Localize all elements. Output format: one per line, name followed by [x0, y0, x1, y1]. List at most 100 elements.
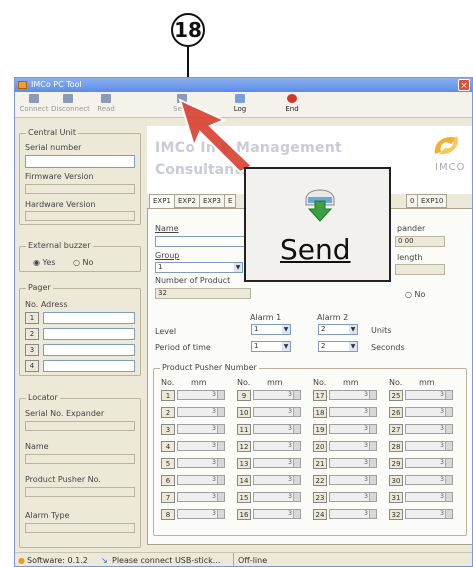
- level-alarm2-select[interactable]: 2 ▼: [318, 324, 358, 335]
- pusher-mm-stepper[interactable]: 3: [177, 424, 225, 434]
- serial-number-field[interactable]: [25, 155, 135, 168]
- locator-name-field: [25, 454, 135, 464]
- locator-title: Locator: [26, 393, 60, 402]
- tab-exp3[interactable]: EXP3: [199, 194, 225, 208]
- pusher-number: 20: [313, 441, 327, 452]
- pusher-mm-stepper[interactable]: 3: [253, 475, 301, 485]
- chevron-down-icon: ▼: [282, 325, 290, 334]
- pusher-mm-stepper[interactable]: 3: [329, 458, 377, 468]
- software-version: Software: 0.1.2: [27, 556, 88, 565]
- pusher-number: 10: [237, 407, 251, 418]
- pusher-number: 18: [313, 407, 327, 418]
- pusher-number: 32: [389, 509, 403, 520]
- pusher-mm-stepper[interactable]: 3: [177, 441, 225, 451]
- pusher-mm-stepper[interactable]: 3: [405, 390, 453, 400]
- chevron-down-icon: ▼: [282, 342, 290, 351]
- logo-text: IMCO: [435, 162, 466, 173]
- pusher-mm-stepper[interactable]: 3: [253, 509, 301, 519]
- buzzer-yes-radio[interactable]: ◉ Yes: [33, 258, 55, 267]
- connect-button[interactable]: Connect: [17, 94, 51, 116]
- firmware-field: [25, 184, 135, 194]
- pusher-mm-stepper[interactable]: 3: [405, 441, 453, 451]
- tab-exp10[interactable]: EXP10: [417, 194, 448, 208]
- pusher-mm-stepper[interactable]: 3: [177, 475, 225, 485]
- level-alarm1-select[interactable]: 1 ▼: [251, 324, 291, 335]
- tab-exp2[interactable]: EXP2: [174, 194, 200, 208]
- pusher-mm-stepper[interactable]: 3: [329, 390, 377, 400]
- pusher-mm-stepper[interactable]: 3: [329, 492, 377, 502]
- length-field: [395, 264, 445, 275]
- pusher-col-no-header: No.: [237, 378, 251, 387]
- period-label: Period of time: [155, 343, 211, 352]
- disconnect-icon: [63, 94, 73, 103]
- pusher-number: 27: [389, 424, 403, 435]
- period-alarm2-select[interactable]: 2 ▼: [318, 341, 358, 352]
- title-bar[interactable]: IMCo PC Tool: [15, 78, 472, 92]
- alarm2-label: Alarm 2: [317, 313, 349, 322]
- close-button[interactable]: ×: [458, 79, 470, 91]
- pusher-col-no-header: No.: [161, 378, 175, 387]
- pusher-number: 21: [313, 458, 327, 469]
- pusher-number: 26: [389, 407, 403, 418]
- serial-expander-label: Serial No. Expander: [25, 409, 105, 418]
- alarm-type-field: [25, 523, 135, 533]
- pusher-mm-stepper[interactable]: 3: [405, 424, 453, 434]
- pusher-mm-stepper[interactable]: 3: [405, 458, 453, 468]
- pusher-number: 13: [237, 458, 251, 469]
- status-bar: ● Software: 0.1.2 ↘ Please connect USB-s…: [15, 552, 472, 566]
- period-alarm1-select[interactable]: 1 ▼: [251, 341, 291, 352]
- pusher-number: 17: [313, 390, 327, 401]
- pager-address-4[interactable]: [43, 360, 135, 372]
- pusher-mm-stepper[interactable]: 3: [253, 492, 301, 502]
- end-icon: [287, 94, 297, 103]
- pusher-mm-stepper[interactable]: 3: [253, 458, 301, 468]
- no-radio[interactable]: ○ No: [405, 290, 425, 299]
- pusher-mm-stepper[interactable]: 3: [405, 407, 453, 417]
- app-icon: [18, 81, 27, 89]
- num-products-label: Number of Product: [155, 276, 231, 285]
- pusher-mm-stepper[interactable]: 3: [177, 509, 225, 519]
- expander-field: 0 00: [395, 236, 445, 247]
- send-icon: [305, 189, 335, 222]
- disconnect-button[interactable]: Disconnect: [51, 94, 90, 116]
- pusher-mm-stepper[interactable]: 3: [405, 475, 453, 485]
- software-icon: ●: [18, 556, 25, 565]
- num-products-field: 32: [155, 288, 251, 299]
- send-zoom-popup: Send: [244, 167, 391, 282]
- pusher-mm-stepper[interactable]: 3: [405, 509, 453, 519]
- pager-address-1[interactable]: [43, 312, 135, 324]
- pusher-mm-stepper[interactable]: 3: [405, 492, 453, 502]
- exp-name-field[interactable]: [155, 236, 255, 247]
- pager-address-3[interactable]: [43, 344, 135, 356]
- imco-logo-icon: [434, 136, 458, 155]
- pusher-mm-stepper[interactable]: 3: [177, 492, 225, 502]
- pusher-mm-stepper[interactable]: 3: [329, 407, 377, 417]
- pusher-mm-stepper[interactable]: 3: [177, 390, 225, 400]
- pusher-mm-stepper[interactable]: 3: [329, 509, 377, 519]
- tab-exp4[interactable]: E: [224, 194, 237, 208]
- pusher-number: 9: [237, 390, 251, 401]
- buzzer-no-radio[interactable]: ○ No: [73, 258, 93, 267]
- tab-exp1[interactable]: EXP1: [149, 194, 175, 209]
- group-select[interactable]: 1 ▼: [155, 262, 243, 273]
- pusher-number: 1: [161, 390, 175, 401]
- pusher-col-mm-header: mm: [267, 378, 283, 387]
- pusher-mm-stepper[interactable]: 3: [253, 441, 301, 451]
- end-button[interactable]: End: [275, 94, 309, 116]
- hardware-label: Hardware Version: [25, 200, 96, 209]
- pusher-mm-stepper[interactable]: 3: [253, 390, 301, 400]
- pusher-mm-stepper[interactable]: 3: [253, 407, 301, 417]
- pusher-mm-stepper[interactable]: 3: [329, 441, 377, 451]
- pusher-mm-stepper[interactable]: 3: [177, 407, 225, 417]
- pusher-col-no-header: No.: [389, 378, 403, 387]
- pusher-number: 5: [161, 458, 175, 469]
- read-button[interactable]: Read: [89, 94, 123, 116]
- pusher-mm-stepper[interactable]: 3: [329, 475, 377, 485]
- pager-address-2[interactable]: [43, 328, 135, 340]
- pusher-mm-stepper[interactable]: 3: [177, 458, 225, 468]
- hardware-field: [25, 211, 135, 221]
- product-pusher-title: Product Pusher Number: [160, 363, 259, 372]
- pusher-mm-stepper[interactable]: 3: [329, 424, 377, 434]
- pusher-number: 28: [389, 441, 403, 452]
- pusher-mm-stepper[interactable]: 3: [253, 424, 301, 434]
